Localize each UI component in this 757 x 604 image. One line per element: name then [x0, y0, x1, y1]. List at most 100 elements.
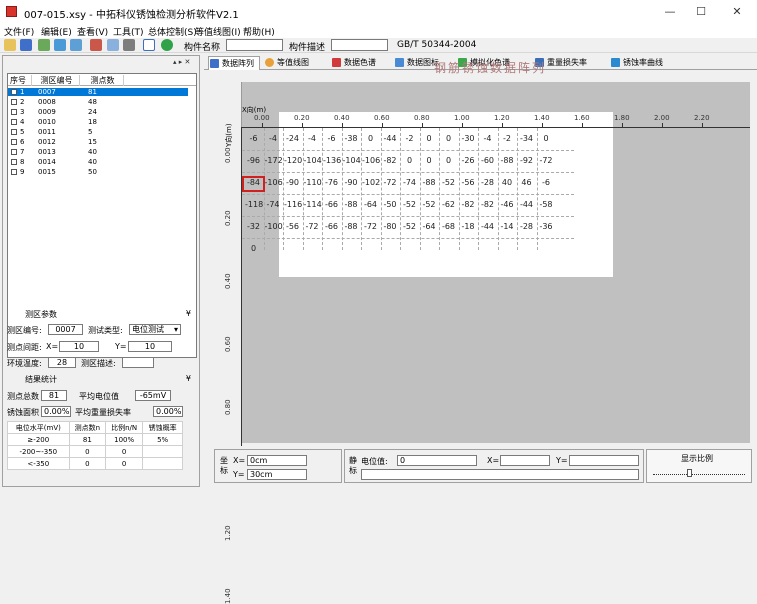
grid-cell[interactable]: -52 [421, 198, 438, 212]
grid-cell[interactable]: -52 [401, 220, 418, 234]
grid-cell[interactable]: -18 [460, 220, 477, 234]
list-item[interactable]: 1 0007 81 [8, 88, 188, 96]
grid-cell[interactable]: -88 [421, 176, 438, 190]
display-scale-button[interactable]: 显示比例 [646, 449, 752, 483]
grid-cell[interactable]: -2 [401, 132, 418, 146]
list-item[interactable]: 5 0011 5 [8, 128, 188, 136]
grid-cell[interactable]: -44 [479, 220, 496, 234]
grid-cell[interactable]: -72 [304, 220, 321, 234]
window-icon[interactable] [143, 39, 155, 51]
list-item[interactable]: 3 0009 24 [8, 108, 188, 116]
info-icon[interactable] [161, 39, 173, 51]
grid-cell[interactable]: 0 [245, 242, 262, 256]
close-button[interactable]: ✕ [722, 4, 752, 20]
grid-cell[interactable]: 0 [421, 154, 438, 168]
grid-cell[interactable]: -74 [265, 198, 282, 212]
grid-cell[interactable]: -92 [518, 154, 535, 168]
menu-edit[interactable]: 编辑(E) [41, 25, 72, 38]
list-item[interactable]: 9 0015 50 [8, 168, 188, 176]
results-collapse-icon[interactable]: ¥ [186, 374, 191, 383]
grid-cell[interactable]: -56 [460, 176, 477, 190]
grid-cell[interactable]: -2 [499, 132, 516, 146]
spacing-y-field[interactable]: 10 [128, 341, 172, 352]
grid-cell[interactable]: -58 [538, 198, 555, 212]
grid-cell[interactable]: -76 [323, 176, 340, 190]
menu-view[interactable]: 查看(V) [77, 25, 108, 38]
grid-cell[interactable]: -28 [479, 176, 496, 190]
grid-cell[interactable]: -6 [538, 176, 555, 190]
grid-cell[interactable]: -172 [265, 154, 283, 168]
grid-cell[interactable]: 0 [538, 132, 555, 146]
params-title[interactable]: 测区参数 [7, 309, 197, 320]
grid-cell[interactable]: 0 [401, 154, 418, 168]
grid-cell[interactable]: -6 [245, 132, 262, 146]
minimize-button[interactable]: — [655, 4, 685, 20]
grid-cell[interactable]: -62 [440, 198, 457, 212]
grid-cell[interactable]: -34 [518, 132, 535, 146]
area-id-field[interactable]: 0007 [48, 324, 83, 335]
params-collapse-icon[interactable]: ¥ [186, 309, 191, 318]
grid-cell[interactable]: -72 [538, 154, 555, 168]
grid-cell[interactable]: -66 [323, 220, 340, 234]
row-checkbox[interactable] [11, 169, 17, 175]
grid-cell[interactable]: -106 [362, 154, 380, 168]
grid-cell[interactable]: -102 [362, 176, 380, 190]
row-checkbox[interactable] [11, 109, 17, 115]
tab-color-spectrum[interactable]: 数据色谱 [331, 56, 389, 70]
grid-cell[interactable]: -88 [343, 220, 360, 234]
grid-cell[interactable]: -116 [284, 198, 302, 212]
chart-icon[interactable] [70, 39, 82, 51]
grid-cell[interactable]: -100 [265, 220, 283, 234]
grid-cell[interactable]: -36 [538, 220, 555, 234]
grid-cell[interactable]: -4 [265, 132, 282, 146]
grid-cell[interactable]: 0 [362, 132, 379, 146]
test-type-select[interactable]: 电位测试 ▾ [129, 324, 181, 335]
grid-cell[interactable]: 0 [421, 132, 438, 146]
component-desc-input[interactable] [331, 39, 388, 51]
grid-cell[interactable]: -64 [421, 220, 438, 234]
preview-icon[interactable] [107, 39, 119, 51]
results-title[interactable]: 结果统计 [7, 374, 197, 385]
grid-cell[interactable]: 40 [499, 176, 516, 190]
desc-field[interactable] [122, 357, 154, 368]
menu-control[interactable]: 总体控制(S) [148, 25, 197, 38]
grid-cell[interactable]: -28 [518, 220, 535, 234]
grid-cell[interactable]: -82 [479, 198, 496, 212]
row-checkbox[interactable] [11, 89, 17, 95]
grid-cell[interactable]: -64 [362, 198, 379, 212]
grid-cell[interactable]: -88 [343, 198, 360, 212]
menu-contour[interactable]: 等值线图(I) [195, 25, 241, 38]
save-icon[interactable] [20, 39, 32, 51]
grid-cell[interactable]: -60 [479, 154, 496, 168]
grid-cell[interactable]: -118 [245, 198, 263, 212]
grid-cell[interactable]: -72 [382, 176, 399, 190]
grid-cell[interactable]: 0 [440, 154, 457, 168]
temp-field[interactable]: 28 [48, 357, 76, 368]
pane-controls[interactable]: ▴ ▸ ✕ [173, 58, 190, 66]
grid-cell[interactable]: -14 [499, 220, 516, 234]
grid-cell[interactable]: -6 [323, 132, 340, 146]
grid-cell[interactable]: -82 [382, 154, 399, 168]
row-checkbox[interactable] [11, 119, 17, 125]
grid-cell[interactable]: 46 [518, 176, 535, 190]
print-icon[interactable] [123, 39, 135, 51]
grid-cell[interactable]: -26 [460, 154, 477, 168]
grid-cell[interactable]: -106 [265, 176, 283, 190]
grid-cell[interactable]: -66 [323, 198, 340, 212]
export-icon[interactable] [54, 39, 66, 51]
import-icon[interactable] [38, 39, 50, 51]
grid-cell[interactable]: -72 [362, 220, 379, 234]
grid-cell[interactable]: 0 [440, 132, 457, 146]
grid-cell[interactable]: -50 [382, 198, 399, 212]
grid-cell[interactable]: -136 [323, 154, 341, 168]
grid-cell[interactable]: -52 [401, 198, 418, 212]
grid-cell[interactable]: -96 [245, 154, 262, 168]
list-item[interactable]: 2 0008 48 [8, 98, 188, 106]
grid-cell[interactable]: -38 [343, 132, 360, 146]
row-checkbox[interactable] [11, 129, 17, 135]
menu-tools[interactable]: 工具(T) [113, 25, 144, 38]
grid-cell[interactable]: -110 [304, 176, 322, 190]
spacing-x-field[interactable]: 10 [59, 341, 99, 352]
row-checkbox[interactable] [11, 159, 17, 165]
open-folder-icon[interactable] [4, 39, 16, 51]
